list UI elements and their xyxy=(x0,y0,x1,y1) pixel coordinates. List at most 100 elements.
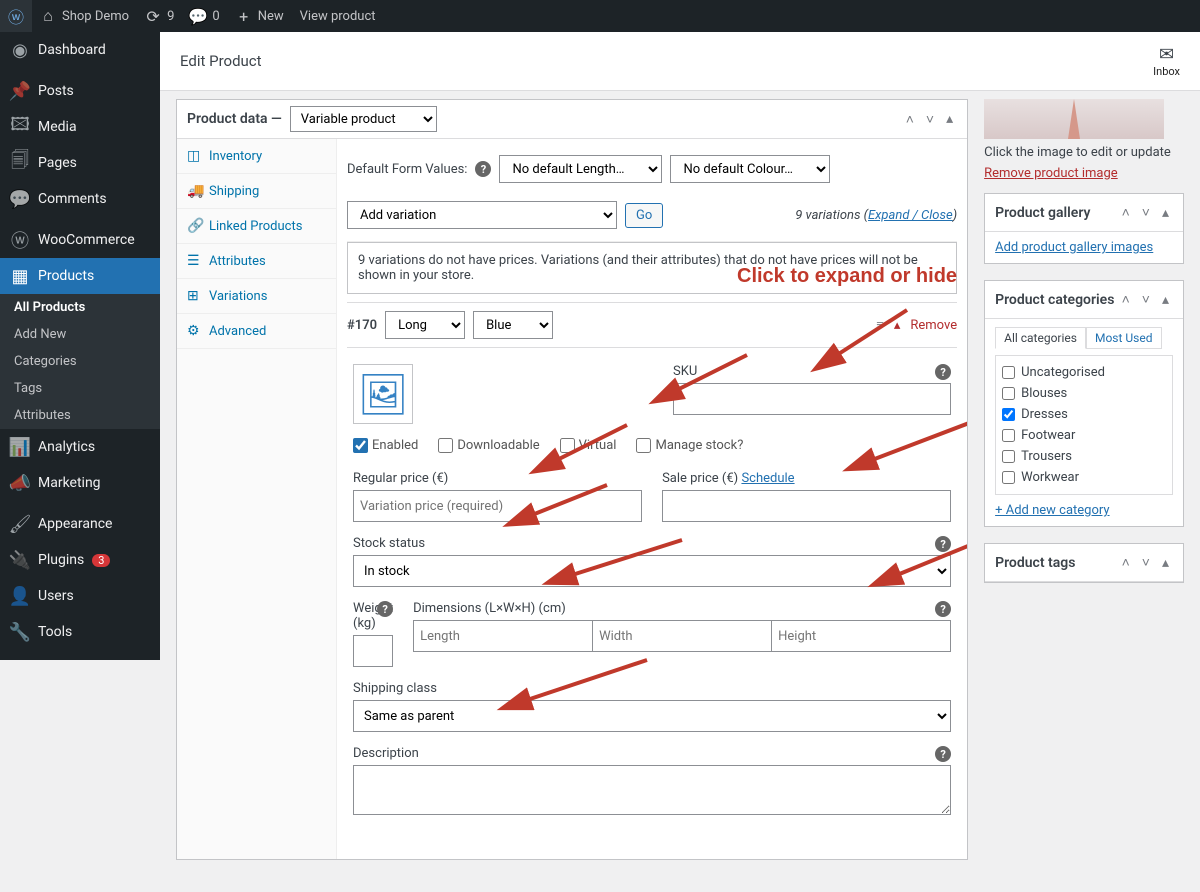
tab-attributes[interactable]: ☰Attributes xyxy=(177,244,336,279)
weight-input[interactable] xyxy=(353,635,393,667)
new-button[interactable]: +New xyxy=(228,0,292,32)
sku-input[interactable] xyxy=(673,383,951,415)
analytics-icon: 📊 xyxy=(10,437,30,457)
tab-variations[interactable]: ⊞Variations xyxy=(177,279,336,314)
variations-summary: 9 variations (Expand / Close) xyxy=(795,208,957,223)
collapse-down-button[interactable]: ˅ xyxy=(922,109,938,130)
toggle-button[interactable]: ▴ xyxy=(1158,202,1173,223)
collapse-up-button[interactable]: ˄ xyxy=(902,109,918,130)
cat-footwear[interactable]: Footwear xyxy=(1002,425,1166,446)
menu-products[interactable]: ▦Products xyxy=(0,258,160,294)
wordpress-icon: ⓦ xyxy=(8,8,24,24)
manage-stock-checkbox[interactable]: Manage stock? xyxy=(636,438,743,453)
help-icon[interactable]: ? xyxy=(935,364,951,380)
updates-button[interactable]: ⟳9 xyxy=(137,0,182,32)
tab-inventory[interactable]: ◫Inventory xyxy=(177,139,336,174)
linked-icon: 🔗 xyxy=(187,218,203,234)
default-form-label: Default Form Values: xyxy=(347,162,467,177)
virtual-checkbox[interactable]: Virtual xyxy=(560,438,617,453)
tab-linked[interactable]: 🔗Linked Products xyxy=(177,209,336,244)
variations-icon: ⊞ xyxy=(187,288,203,304)
menu-marketing[interactable]: 📣Marketing xyxy=(0,465,160,501)
menu-pages[interactable]: 🗐Pages xyxy=(0,145,160,181)
stock-status-label: Stock status xyxy=(353,536,951,551)
default-colour-select[interactable]: No default Colour… xyxy=(670,155,830,183)
tab-advanced[interactable]: ⚙Advanced xyxy=(177,314,336,349)
help-icon[interactable]: ? xyxy=(475,161,491,177)
variation-attr-colour[interactable]: Blue xyxy=(473,311,553,339)
inbox-button[interactable]: ✉ Inbox xyxy=(1153,44,1180,78)
submenu-categories[interactable]: Categories xyxy=(0,348,160,375)
shipping-class-select[interactable]: Same as parent xyxy=(353,700,951,732)
submenu-attributes[interactable]: Attributes xyxy=(0,402,160,429)
help-icon[interactable]: ? xyxy=(935,601,951,617)
down-button[interactable]: ˅ xyxy=(1138,289,1154,310)
help-icon[interactable]: ? xyxy=(935,536,951,552)
collapse-variation-icon[interactable]: ▴ xyxy=(894,318,901,333)
product-image-preview[interactable] xyxy=(984,99,1164,139)
down-button[interactable]: ˅ xyxy=(1138,552,1154,573)
help-icon[interactable]: ? xyxy=(935,746,951,762)
site-name-button[interactable]: ⌂Shop Demo xyxy=(32,0,137,32)
view-product-button[interactable]: View product xyxy=(292,0,384,32)
dim-length-input[interactable] xyxy=(413,620,593,652)
product-type-select[interactable]: Variable product xyxy=(290,106,437,132)
up-button[interactable]: ˄ xyxy=(1118,289,1134,310)
cat-uncategorised[interactable]: Uncategorised xyxy=(1002,362,1166,383)
menu-dashboard[interactable]: ◉Dashboard xyxy=(0,32,160,68)
drag-handle-icon[interactable]: ≡ xyxy=(876,317,884,333)
menu-settings[interactable]: ⚙Settings xyxy=(0,650,160,660)
toggle-button[interactable]: ▴ xyxy=(1158,289,1173,310)
default-length-select[interactable]: No default Length… xyxy=(499,155,662,183)
regular-price-input[interactable] xyxy=(353,490,642,522)
submenu-all-products[interactable]: All Products xyxy=(0,294,160,321)
schedule-link[interactable]: Schedule xyxy=(741,471,794,486)
up-button[interactable]: ˄ xyxy=(1118,202,1134,223)
add-new-category-link[interactable]: + Add new category xyxy=(995,503,1109,518)
cat-blouses[interactable]: Blouses xyxy=(1002,383,1166,404)
description-textarea[interactable] xyxy=(353,765,951,815)
page-icon: 🗐 xyxy=(10,153,30,173)
variation-attr-length[interactable]: Long xyxy=(385,311,465,339)
tab-shipping[interactable]: 🚚Shipping xyxy=(177,174,336,209)
dim-height-input[interactable] xyxy=(771,620,951,652)
add-gallery-images-link[interactable]: Add product gallery images xyxy=(995,240,1153,255)
wp-logo-button[interactable]: ⓦ xyxy=(0,0,32,32)
tab-most-used[interactable]: Most Used xyxy=(1086,327,1162,349)
help-icon[interactable]: ? xyxy=(377,601,393,617)
menu-appearance[interactable]: 🖌Appearance xyxy=(0,506,160,542)
menu-tools[interactable]: 🔧Tools xyxy=(0,614,160,650)
dim-width-input[interactable] xyxy=(592,620,772,652)
stock-status-select[interactable]: In stock xyxy=(353,555,951,587)
menu-woocommerce[interactable]: ⓦWooCommerce xyxy=(0,222,160,258)
tab-all-categories[interactable]: All categories xyxy=(995,327,1086,349)
menu-users[interactable]: 👤Users xyxy=(0,578,160,614)
toggle-button[interactable]: ▴ xyxy=(942,109,957,130)
sale-price-input[interactable] xyxy=(662,490,951,522)
plus-icon: + xyxy=(236,8,252,24)
submenu-tags[interactable]: Tags xyxy=(0,375,160,402)
expand-close-link[interactable]: Expand / Close xyxy=(868,208,953,223)
cat-trousers[interactable]: Trousers xyxy=(1002,446,1166,467)
enabled-checkbox[interactable]: Enabled xyxy=(353,438,418,453)
comments-button[interactable]: 💬0 xyxy=(182,0,227,32)
downloadable-checkbox[interactable]: Downloadable xyxy=(438,438,539,453)
home-icon: ⌂ xyxy=(40,8,56,24)
add-variation-select[interactable]: Add variation xyxy=(347,201,617,229)
remove-variation-link[interactable]: Remove xyxy=(910,318,957,333)
variation-image-upload[interactable]: 🖼 xyxy=(353,364,413,424)
cat-dresses[interactable]: Dresses xyxy=(1002,404,1166,425)
menu-media[interactable]: 🖾Media xyxy=(0,109,160,145)
menu-comments[interactable]: 💬Comments xyxy=(0,181,160,217)
go-button[interactable]: Go xyxy=(625,203,663,228)
toggle-button[interactable]: ▴ xyxy=(1158,552,1173,573)
up-button[interactable]: ˄ xyxy=(1118,552,1134,573)
variation-header[interactable]: #170 Long Blue ≡ ▴ Remove xyxy=(347,303,957,347)
cat-workwear[interactable]: Workwear xyxy=(1002,467,1166,488)
submenu-add-new[interactable]: Add New xyxy=(0,321,160,348)
menu-plugins[interactable]: 🔌Plugins 3 xyxy=(0,542,160,578)
menu-analytics[interactable]: 📊Analytics xyxy=(0,429,160,465)
down-button[interactable]: ˅ xyxy=(1138,202,1154,223)
menu-posts[interactable]: 📌Posts xyxy=(0,73,160,109)
remove-product-image-link[interactable]: Remove product image xyxy=(984,166,1118,181)
